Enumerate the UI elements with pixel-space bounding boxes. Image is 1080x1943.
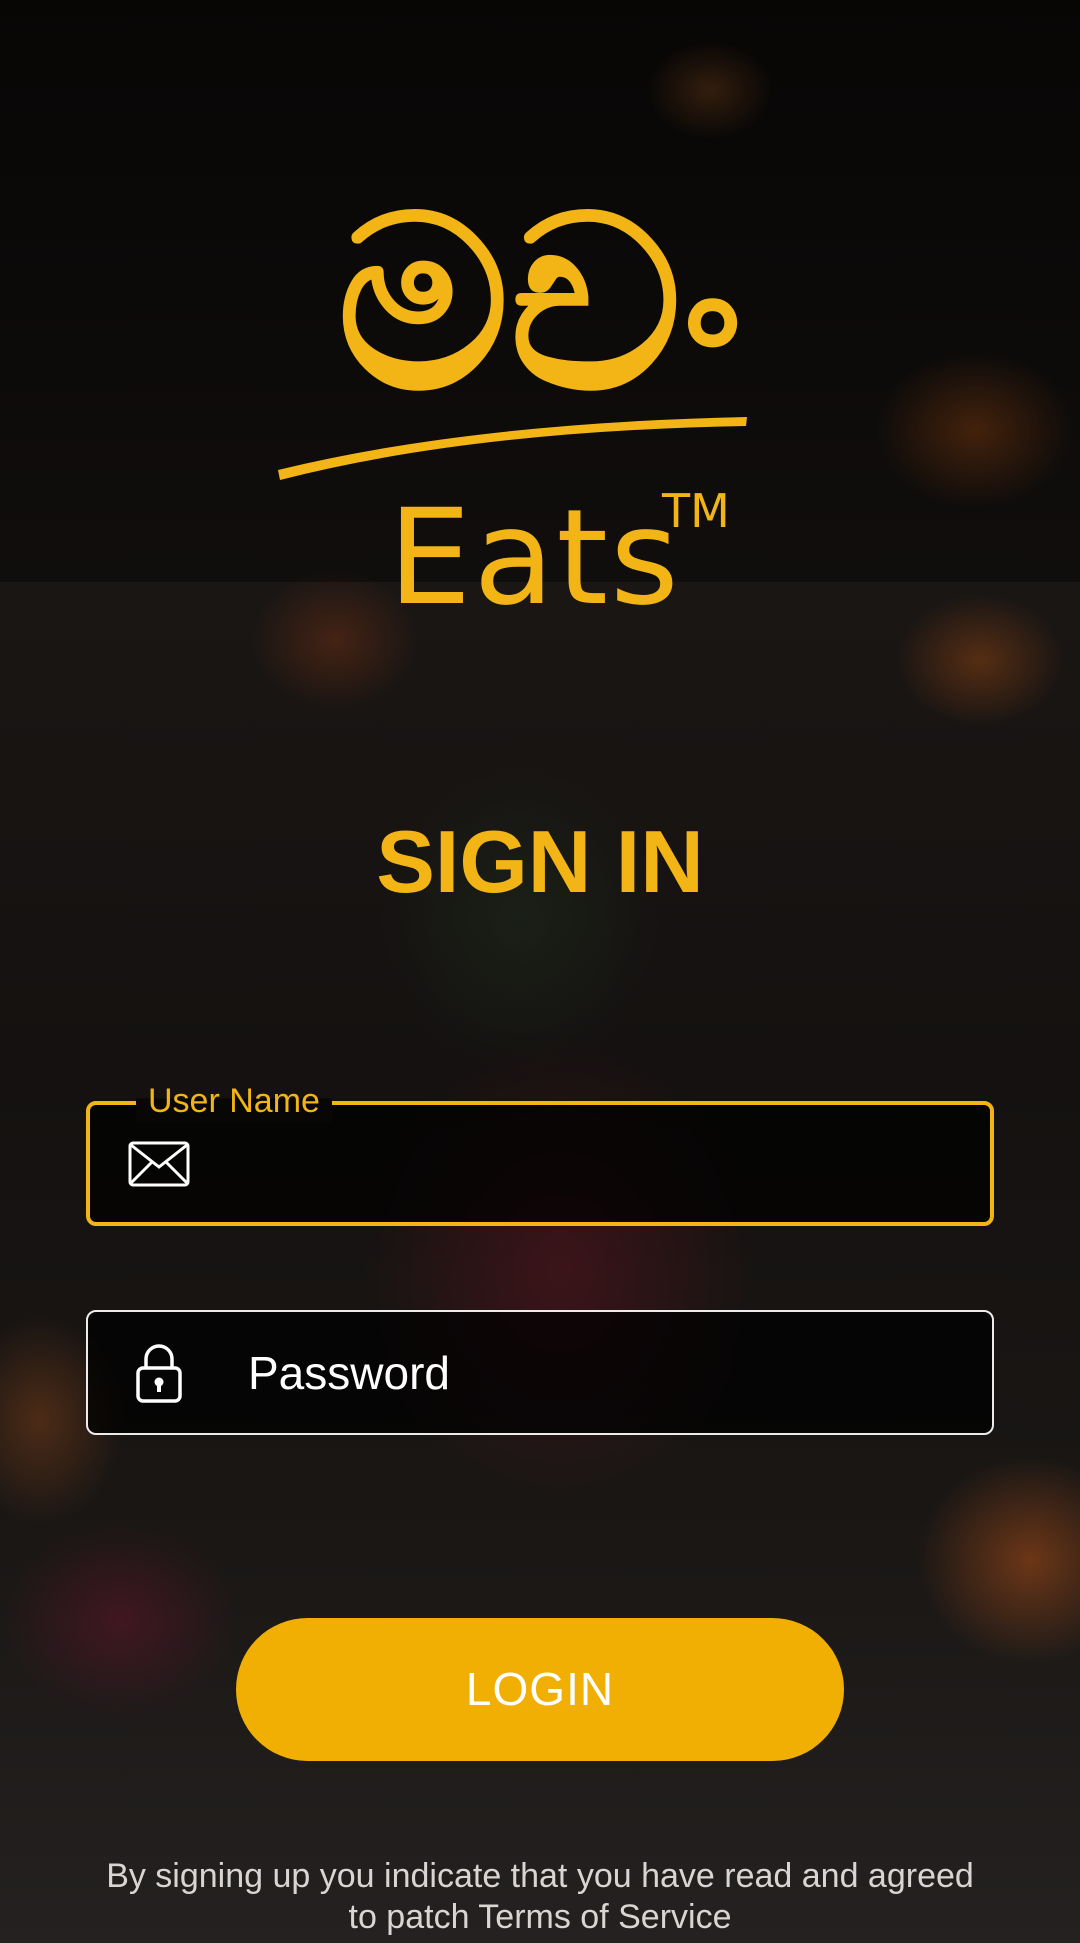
logo-script-text: මචං xyxy=(337,164,743,444)
password-input[interactable] xyxy=(248,1312,968,1433)
trademark-mark: TM xyxy=(662,484,730,538)
username-field[interactable]: User Name xyxy=(86,1079,994,1226)
terms-text: By signing up you indicate that you have… xyxy=(106,1857,974,1936)
envelope-icon xyxy=(128,1141,190,1187)
lock-icon xyxy=(136,1344,182,1403)
logo-script-mark: මචං xyxy=(278,164,747,480)
username-input[interactable] xyxy=(250,1103,970,1220)
logo-word: Eats xyxy=(388,481,681,635)
page-title: SIGN IN xyxy=(376,812,704,911)
login-button[interactable]: LOGIN xyxy=(236,1618,844,1761)
password-field[interactable] xyxy=(86,1310,994,1435)
